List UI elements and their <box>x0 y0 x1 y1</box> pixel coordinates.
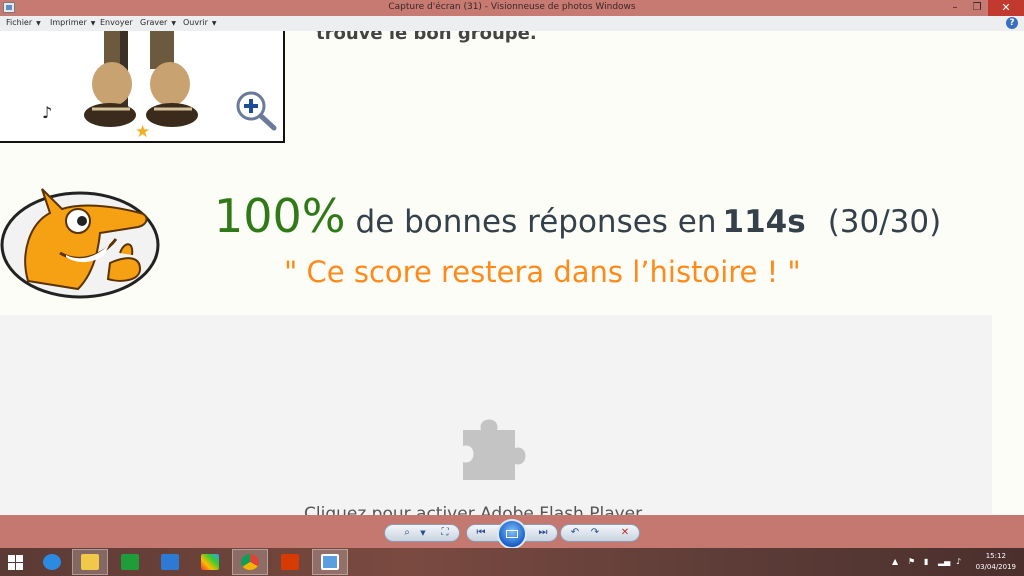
score-ratio: (30/30) <box>827 204 942 240</box>
menu-fichier[interactable]: Fichier ▼ <box>6 18 41 27</box>
taskbar: ▲ ⚑ ▮ ▂▄ ♪ 15:12 03/04/2019 <box>0 548 1024 576</box>
zoom-controls: ⌕ ▼ ⛶ <box>384 524 460 542</box>
dropbox-icon[interactable] <box>152 549 188 575</box>
previous-icon[interactable]: ⏮ <box>473 526 489 540</box>
close-button[interactable]: ✕ <box>988 0 1024 16</box>
system-tray: ▲ ⚑ ▮ ▂▄ ♪ 15:12 03/04/2019 <box>884 548 1024 576</box>
score-line: 100% de bonnes réponses en 114s (30/30) <box>214 189 941 243</box>
window-controls: – ❐ ✕ <box>944 0 1024 16</box>
taskbar-clock[interactable]: 15:12 03/04/2019 <box>976 551 1016 573</box>
volume-icon[interactable]: ♪ <box>956 557 961 566</box>
chevron-down-icon: ▼ <box>211 20 217 27</box>
flag-icon[interactable]: ⚑ <box>908 557 915 566</box>
actual-size-icon[interactable]: ⛶ <box>437 526 453 540</box>
delete-icon[interactable]: ✕ <box>617 526 633 540</box>
score-percent: 100% <box>214 189 346 243</box>
fox-mascot-icon <box>0 188 160 299</box>
star-icon: ★ <box>135 122 151 142</box>
minimize-button[interactable]: – <box>944 0 966 16</box>
rotate-left-icon[interactable]: ↶ <box>567 526 583 540</box>
zoom-icon[interactable]: ⌕ <box>399 526 415 540</box>
slideshow-icon[interactable] <box>497 519 527 549</box>
restore-button[interactable]: ❐ <box>966 0 988 16</box>
chevron-down-icon[interactable]: ▼ <box>415 526 431 540</box>
store-icon[interactable] <box>112 549 148 575</box>
menu-envoyer[interactable]: Envoyer <box>100 18 133 27</box>
svg-text:♪: ♪ <box>42 103 52 122</box>
chevron-down-icon: ▼ <box>36 20 41 27</box>
photo-viewer-taskbar-icon[interactable] <box>312 549 348 575</box>
chevron-down-icon: ▼ <box>171 20 176 27</box>
score-time: 114s <box>722 204 806 240</box>
clock-time: 15:12 <box>985 552 1006 560</box>
flash-placeholder[interactable]: Cliquez pour activer Adobe Flash Player <box>0 315 992 515</box>
file-explorer-icon[interactable] <box>72 549 108 575</box>
chevron-up-icon[interactable]: ▲ <box>892 557 898 566</box>
battery-icon[interactable]: ▮ <box>924 557 928 566</box>
clock-date: 03/04/2019 <box>975 563 1016 571</box>
chevron-down-icon: ▼ <box>90 20 96 27</box>
menu-ouvrir[interactable]: Ouvrir ▼ <box>183 18 217 27</box>
window-title: Capture d'écran (31) - Visionneuse de ph… <box>388 2 636 12</box>
start-button[interactable] <box>0 549 30 575</box>
menu-bar: Fichier ▼ Imprimer ▼ Envoyer Graver ▼ Ouvri… <box>0 16 1024 32</box>
photo-app-icon[interactable] <box>192 549 228 575</box>
edit-controls: ↶ ↷ ✕ <box>560 524 640 542</box>
rotate-right-icon[interactable]: ↷ <box>587 526 603 540</box>
title-bar: Capture d'écran (31) - Visionneuse de ph… <box>0 0 1024 16</box>
menu-imprimer[interactable]: Imprimer ▼ <box>50 18 95 27</box>
office-icon[interactable] <box>272 549 308 575</box>
next-icon[interactable]: ⏭ <box>535 526 551 540</box>
menu-graver[interactable]: Graver ▼ <box>140 18 176 27</box>
score-quote: " Ce score restera dans l’histoire ! " <box>284 255 801 289</box>
network-icon[interactable]: ▂▄ <box>938 557 950 566</box>
flash-activate-text[interactable]: Cliquez pour activer Adobe Flash Player <box>304 504 642 515</box>
chrome-icon[interactable] <box>232 549 268 575</box>
intro-text: trouve le bon groupe. <box>316 31 537 44</box>
zoom-in-icon[interactable] <box>236 91 278 131</box>
windows-logo-icon <box>7 554 23 570</box>
help-icon[interactable]: ? <box>1006 17 1018 29</box>
image-view: ♪ trouve le bon groupe. ★ 100% de bonnes … <box>0 31 1024 515</box>
score-middle-text: de bonnes réponses en <box>355 204 717 240</box>
puzzle-plugin-icon[interactable] <box>461 412 531 480</box>
internet-explorer-icon[interactable] <box>34 549 70 575</box>
